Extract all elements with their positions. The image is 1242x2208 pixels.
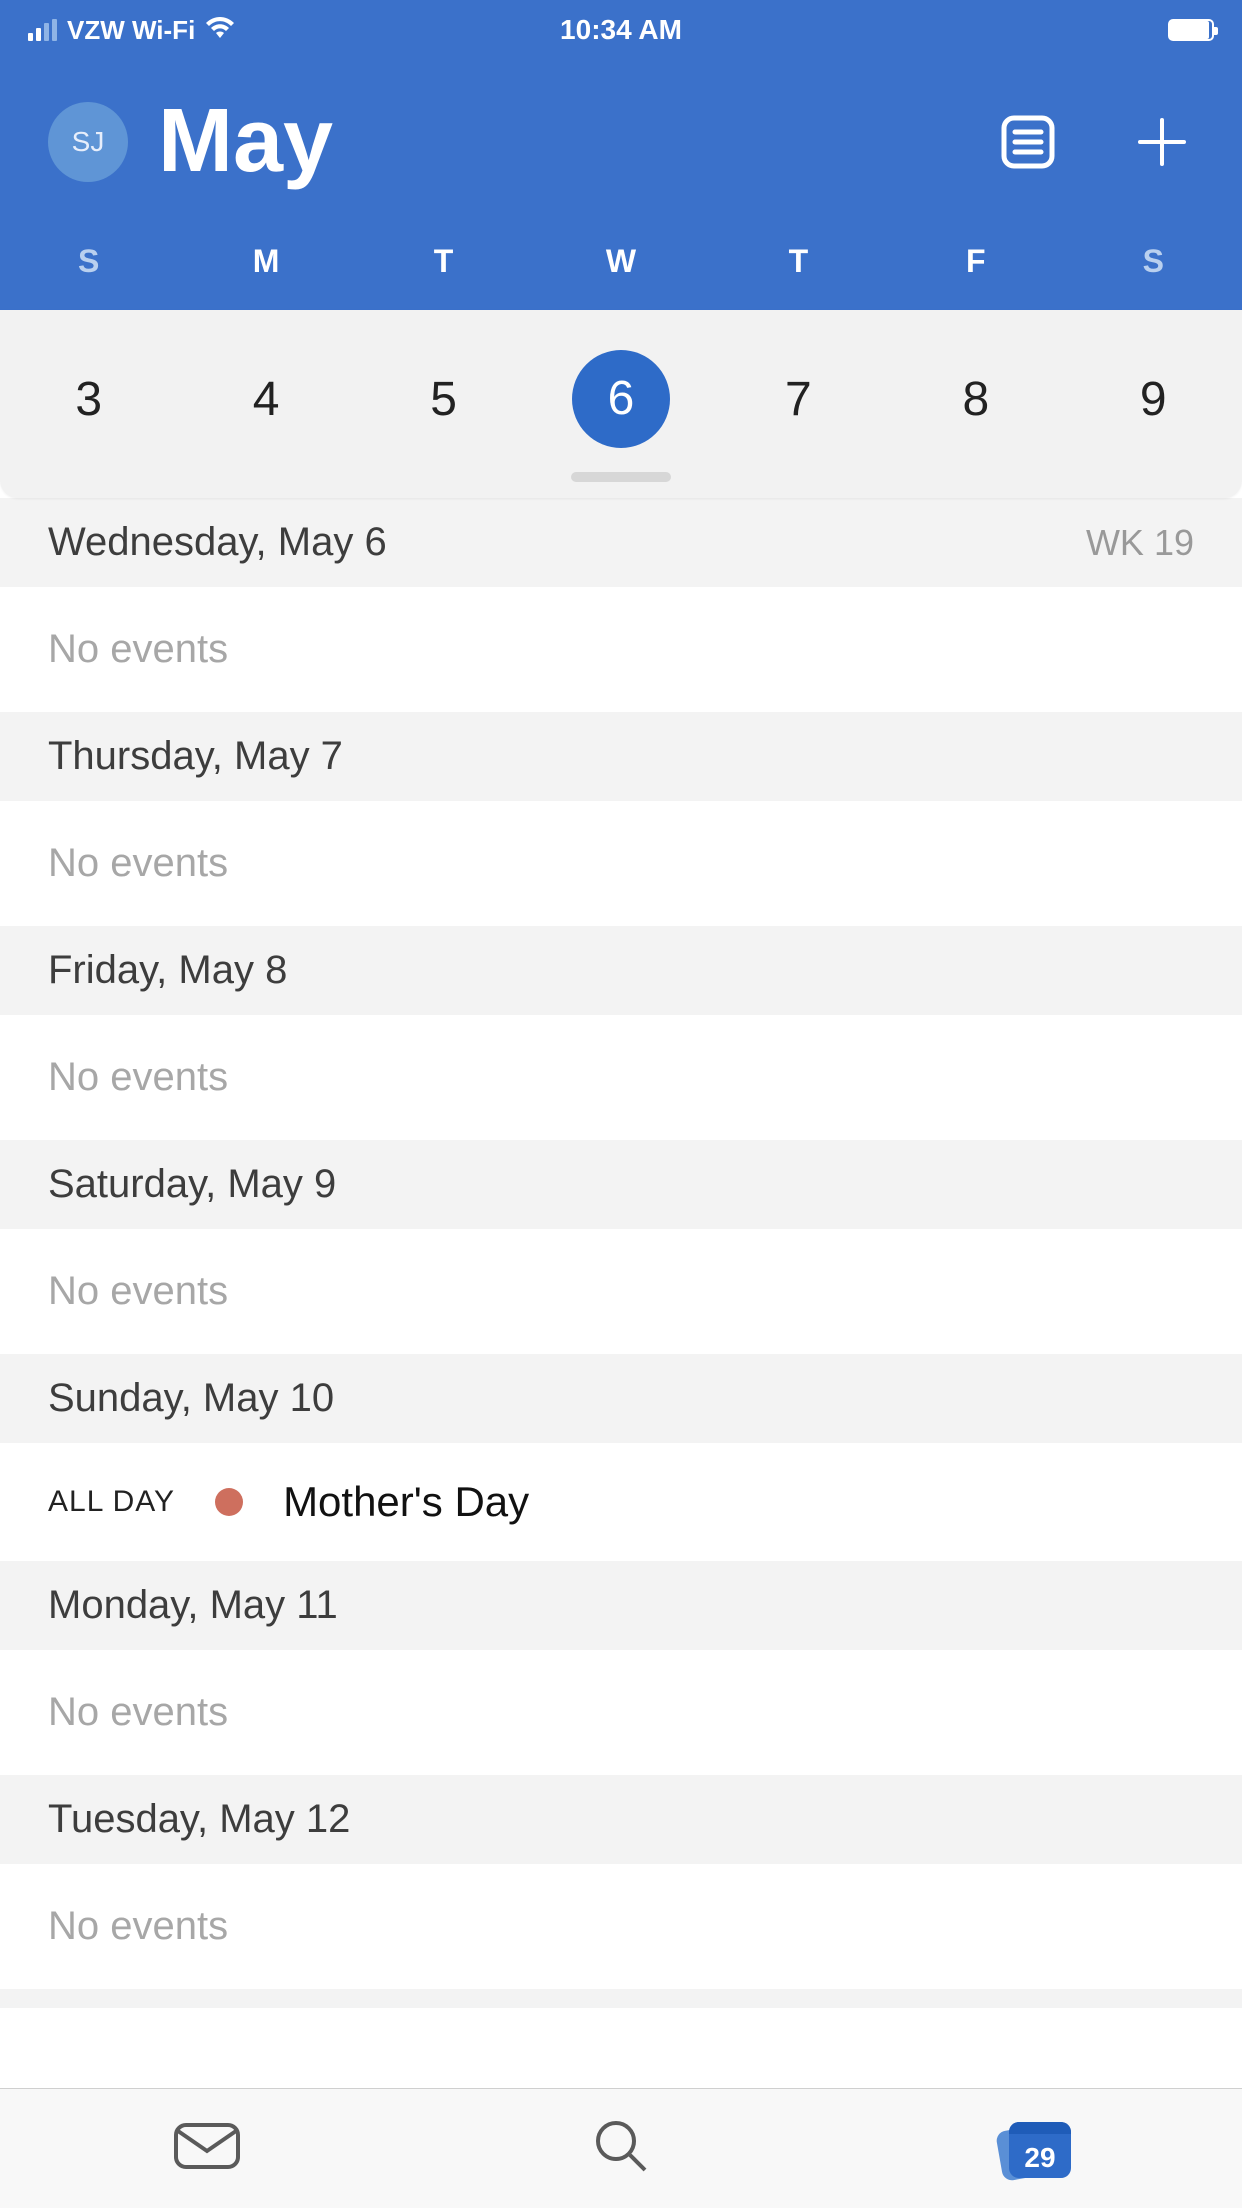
date-cell[interactable]: 3	[0, 350, 177, 448]
day-header: Saturday, May 9	[0, 1140, 1242, 1229]
drag-handle-icon[interactable]	[571, 472, 671, 482]
event-title: Mother's Day	[283, 1478, 529, 1526]
date-number: 5	[430, 372, 457, 427]
event-time-label: ALL DAY	[48, 1485, 175, 1519]
day-header: Sunday, May 10	[0, 1354, 1242, 1443]
day-label: Wednesday, May 6	[48, 520, 387, 565]
date-cell[interactable]: 5	[355, 350, 532, 448]
date-number: 8	[962, 372, 989, 427]
day-label: Wednesday, May 13	[48, 2003, 409, 2009]
event-row[interactable]: ALL DAY Mother's Day	[0, 1443, 1242, 1561]
week-number: WK 19	[1086, 522, 1194, 564]
tab-search[interactable]	[414, 2089, 828, 2208]
no-events-label: No events	[0, 1229, 1242, 1354]
status-bar: VZW Wi-Fi 10:34 AM	[0, 0, 1242, 60]
day-header: Friday, May 8	[0, 926, 1242, 1015]
date-cell[interactable]: 8	[887, 350, 1064, 448]
no-events-label: No events	[0, 1864, 1242, 1989]
no-events-label: No events	[0, 587, 1242, 712]
day-header: Monday, May 11	[0, 1561, 1242, 1650]
week-dates-strip[interactable]: 3 4 5 6 7 8 9	[0, 310, 1242, 498]
cellular-signal-icon	[28, 19, 57, 41]
day-label: Monday, May 11	[48, 1583, 338, 1628]
day-header: Wednesday, May 6 WK 19	[0, 498, 1242, 587]
clock-label: 10:34 AM	[560, 14, 682, 46]
avatar[interactable]: SJ	[48, 102, 128, 182]
day-label: Sunday, May 10	[48, 1376, 334, 1421]
status-left: VZW Wi-Fi	[28, 14, 235, 46]
no-events-label: No events	[0, 801, 1242, 926]
day-header: Wednesday, May 13	[0, 1989, 1242, 2008]
date-cell-selected[interactable]: 6	[532, 350, 709, 448]
page-title[interactable]: May	[158, 90, 333, 193]
day-header: Thursday, May 7	[0, 712, 1242, 801]
agenda-list[interactable]: Wednesday, May 6 WK 19 No events Thursda…	[0, 498, 1242, 2008]
day-label: Friday, May 8	[48, 948, 287, 993]
add-event-icon[interactable]	[1130, 110, 1194, 174]
date-cell[interactable]: 4	[177, 350, 354, 448]
date-number: 3	[75, 372, 102, 427]
weekday-label: T	[710, 243, 887, 280]
weekday-label: F	[887, 243, 1064, 280]
day-label: Saturday, May 9	[48, 1162, 336, 1207]
event-dot-icon	[215, 1488, 243, 1516]
date-number: 9	[1140, 372, 1167, 427]
weekday-label: S	[0, 243, 177, 280]
wifi-icon	[205, 14, 235, 46]
agenda-view-icon[interactable]	[996, 110, 1060, 174]
carrier-label: VZW Wi-Fi	[67, 15, 195, 46]
tab-bar: 29	[0, 2088, 1242, 2208]
no-events-label: No events	[0, 1650, 1242, 1775]
status-right	[1168, 19, 1214, 41]
header-title-row: SJ May	[0, 60, 1242, 243]
weekday-label: T	[355, 243, 532, 280]
day-header: Tuesday, May 12	[0, 1775, 1242, 1864]
day-label: Tuesday, May 12	[48, 1797, 350, 1842]
weekday-label: S	[1065, 243, 1242, 280]
mail-icon	[172, 2121, 242, 2176]
battery-icon	[1168, 19, 1214, 41]
date-cell[interactable]: 7	[710, 350, 887, 448]
avatar-initials: SJ	[72, 126, 105, 158]
day-label: Thursday, May 7	[48, 734, 343, 779]
no-events-label: No events	[0, 1015, 1242, 1140]
tab-calendar[interactable]: 29	[828, 2089, 1242, 2208]
weekday-row: S M T W T F S	[0, 243, 1242, 310]
date-number: 7	[785, 372, 812, 427]
search-icon	[591, 2116, 651, 2181]
date-number: 4	[253, 372, 280, 427]
calendar-icon-day: 29	[1009, 2122, 1071, 2178]
tab-mail[interactable]	[0, 2089, 414, 2208]
weekday-label: M	[177, 243, 354, 280]
date-cell[interactable]: 9	[1065, 350, 1242, 448]
date-number: 6	[572, 350, 670, 448]
calendar-icon: 29	[999, 2117, 1071, 2181]
weekday-label: W	[532, 243, 709, 280]
